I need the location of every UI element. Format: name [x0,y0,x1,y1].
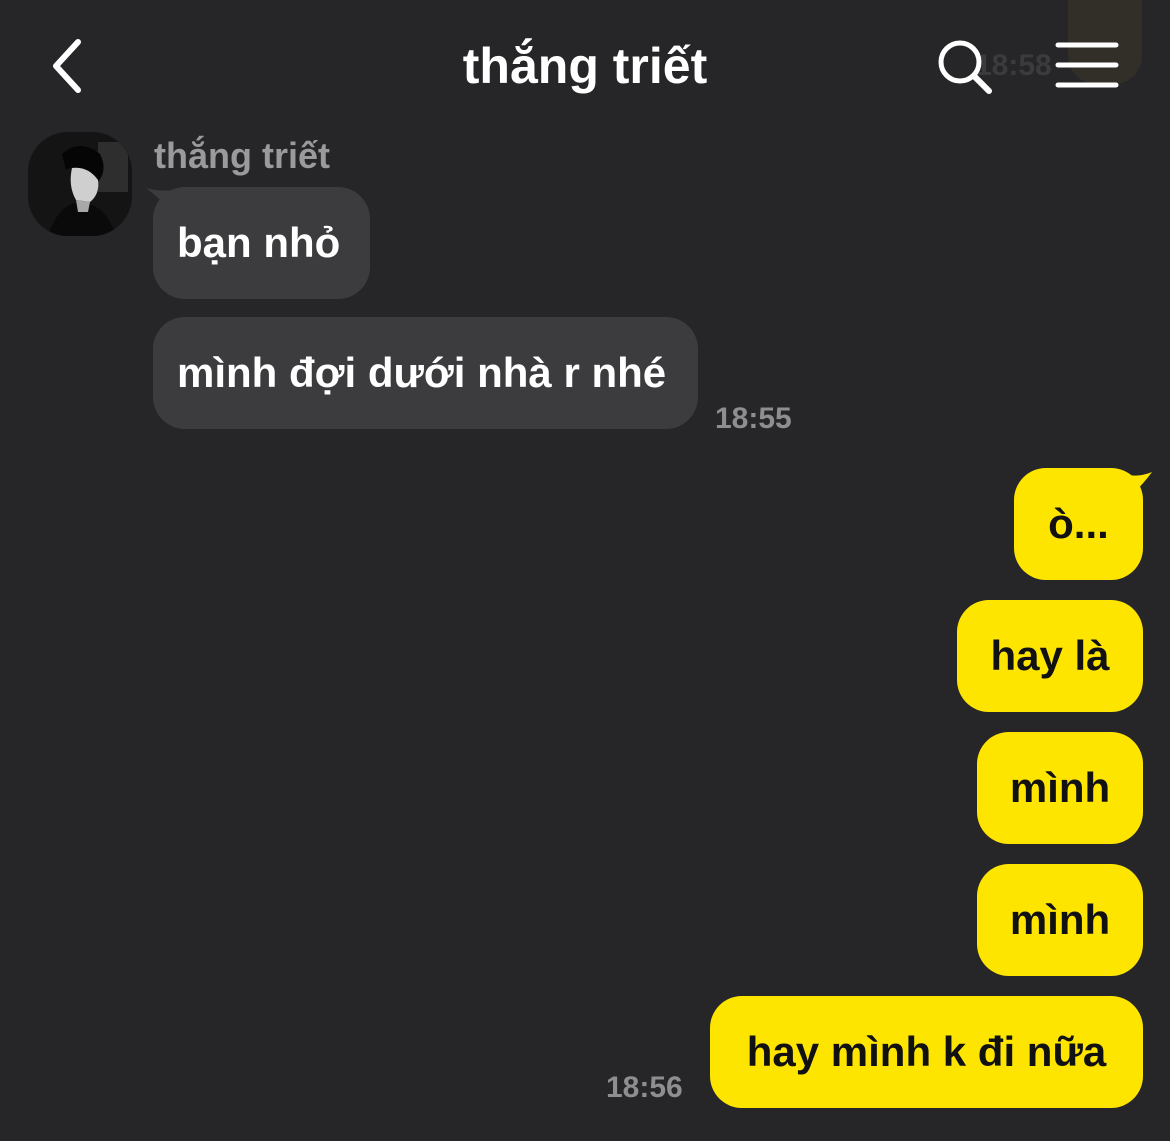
outgoing-message[interactable]: mình [977,732,1143,844]
profile-photo [28,132,132,236]
sender-name: thắng triết [154,135,330,176]
search-button[interactable] [934,36,996,98]
outgoing-message[interactable]: mình [977,864,1143,976]
search-icon [938,40,992,94]
incoming-message[interactable]: bạn nhỏ [153,187,370,299]
chat-header: thắng triết [0,0,1170,130]
hamburger-menu-icon [1055,42,1119,88]
outgoing-message[interactable]: hay mình k đi nữa [710,996,1143,1108]
menu-button[interactable] [1054,40,1120,92]
outgoing-message[interactable]: hay là [957,600,1143,712]
incoming-message[interactable]: mình đợi dưới nhà r nhé [153,317,698,429]
avatar[interactable] [28,132,132,236]
message-timestamp: 18:55 [715,402,792,435]
message-timestamp: 18:56 [606,1071,683,1104]
outgoing-message[interactable]: ò... [1014,468,1143,580]
